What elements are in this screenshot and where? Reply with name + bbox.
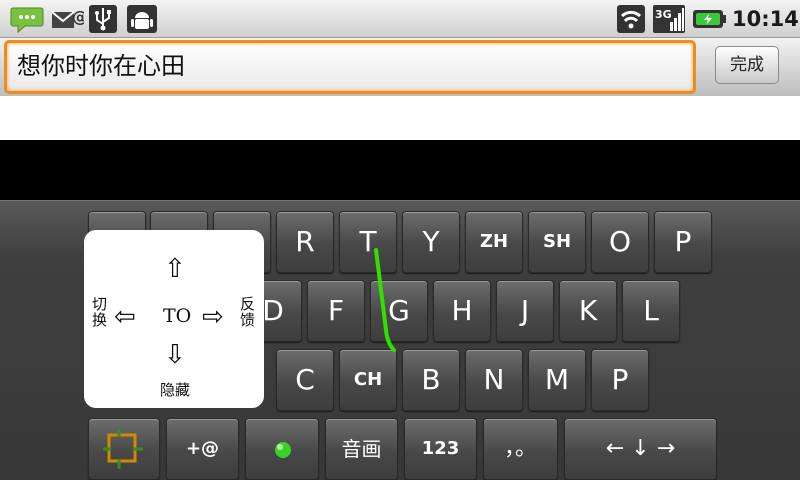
- green-dot-icon: [275, 442, 291, 458]
- popup-switch-label: 切换: [92, 295, 108, 329]
- key-f[interactable]: F: [307, 280, 365, 342]
- text-input[interactable]: 想你时你在心田: [4, 40, 696, 94]
- arrow-left-icon: ⇦: [114, 302, 136, 332]
- popup-hide-label: 隐藏: [160, 381, 191, 399]
- status-time: 10:14: [732, 7, 799, 31]
- android-debug-icon: [127, 5, 157, 33]
- key-y[interactable]: Y: [402, 211, 460, 273]
- popup-center-label: TO: [163, 305, 192, 327]
- key-c[interactable]: C: [276, 349, 334, 411]
- key-p2[interactable]: P: [591, 349, 649, 411]
- arrow-down-icon: ⇩: [164, 340, 186, 370]
- 3g-signal-icon: 3G: [653, 5, 685, 33]
- numbers-key[interactable]: 123: [404, 418, 477, 480]
- input-row: 想你时你在心田 完成: [0, 38, 800, 96]
- key-m[interactable]: M: [528, 349, 586, 411]
- key-sh[interactable]: SH: [528, 211, 586, 273]
- voice-key[interactable]: [245, 418, 319, 480]
- key-p[interactable]: P: [654, 211, 712, 273]
- usb-icon: [89, 5, 117, 33]
- arrow-right-icon: ⇨: [202, 302, 224, 332]
- svg-text:@: @: [72, 7, 84, 26]
- swipe-trace: [374, 248, 396, 352]
- arrow-up-icon: ⇧: [164, 254, 186, 284]
- svg-text:3G: 3G: [655, 8, 672, 21]
- status-bar: @ 3G 10:14: [0, 0, 800, 38]
- key-zh[interactable]: ZH: [465, 211, 523, 273]
- mail-icon: @: [51, 7, 84, 28]
- key-j[interactable]: J: [496, 280, 554, 342]
- popup-feedback-label: 反馈: [240, 295, 256, 329]
- mode-key[interactable]: [88, 418, 160, 480]
- sound-draw-key[interactable]: 音画: [325, 418, 398, 480]
- wifi-icon: [617, 5, 645, 33]
- key-l[interactable]: L: [622, 280, 680, 342]
- key-r[interactable]: R: [276, 211, 334, 273]
- gesture-popup: ⇧ ⇩ ⇦ ⇨ 切换 反馈 隐藏 TO: [84, 230, 264, 408]
- done-button[interactable]: 完成: [715, 46, 779, 84]
- key-k[interactable]: K: [559, 280, 617, 342]
- punctuation-key[interactable]: ，。: [483, 418, 558, 480]
- key-n[interactable]: N: [465, 349, 523, 411]
- handwriting-mode-icon: [103, 429, 143, 469]
- input-area: 想你时你在心田 完成: [0, 38, 800, 140]
- key-o[interactable]: O: [591, 211, 649, 273]
- battery-charging-icon: [693, 10, 726, 28]
- plus-at-key[interactable]: +@: [166, 418, 239, 480]
- sms-icon: [10, 7, 44, 34]
- key-b[interactable]: B: [402, 349, 460, 411]
- arrow-keys[interactable]: ← ↓ →: [564, 418, 717, 480]
- key-h[interactable]: H: [433, 280, 491, 342]
